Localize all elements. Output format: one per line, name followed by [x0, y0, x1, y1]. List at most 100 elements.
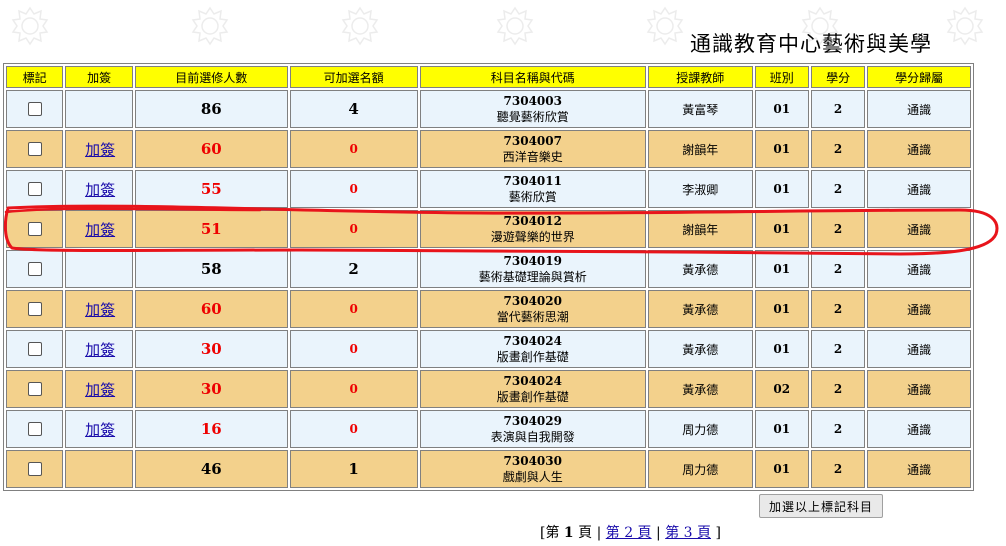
teacher-name: 黃承德 [682, 262, 719, 277]
add-link[interactable]: 加簽 [83, 341, 115, 359]
page-2-link[interactable]: 第 2 頁 [606, 525, 652, 541]
emblem-icon [646, 6, 684, 46]
mark-checkbox[interactable] [27, 382, 42, 397]
teacher-name: 周力德 [682, 422, 719, 437]
teacher-cell: 黃承德 [647, 290, 753, 328]
add-marked-courses-button[interactable]: 加選以上標記科目 [759, 494, 883, 518]
available-cell: 0 [289, 290, 418, 328]
class-number: 01 [773, 262, 791, 276]
credit-category: 通識 [907, 382, 932, 397]
mark-checkbox[interactable] [27, 422, 42, 437]
pager-separator: | [596, 525, 602, 541]
credits-value: 2 [833, 102, 843, 116]
mark-checkbox[interactable] [27, 222, 42, 237]
course-name: 藝術基礎理論與賞析 [478, 269, 587, 284]
available-count: 0 [349, 422, 358, 436]
available-cell: 0 [289, 130, 418, 168]
course-name: 戲劇與人生 [502, 469, 563, 484]
course-code: 7304011 [503, 173, 562, 188]
add-link[interactable]: 加簽 [83, 421, 115, 439]
class-cell: 01 [754, 250, 809, 288]
enrolled-count: 55 [200, 180, 222, 198]
class-cell: 01 [754, 90, 809, 128]
available-cell: 0 [289, 330, 418, 368]
add-link[interactable] [98, 260, 100, 278]
mark-checkbox[interactable] [27, 182, 42, 197]
credits-cell: 2 [810, 130, 866, 168]
add-link[interactable]: 加簽 [83, 301, 115, 319]
mark-cell [6, 410, 64, 448]
teacher-name: 黃承德 [682, 382, 719, 397]
credits-cell: 2 [810, 450, 866, 488]
table-row: 加簽 16 0 7304029 表演與自我開發 周力德 01 2 通識 [6, 410, 971, 448]
add-cell: 加簽 [65, 130, 133, 168]
mark-checkbox[interactable] [27, 262, 42, 277]
mark-cell [6, 450, 64, 488]
enrolled-count: 58 [200, 260, 222, 278]
course-code: 7304003 [503, 93, 562, 108]
class-number: 01 [773, 182, 791, 196]
course-name: 藝術欣賞 [508, 189, 557, 204]
enrolled-count: 30 [200, 340, 222, 358]
enrolled-cell: 46 [134, 450, 288, 488]
available-cell: 2 [289, 250, 418, 288]
course-cell: 7304012 漫遊聲樂的世界 [419, 210, 646, 248]
mark-cell [6, 370, 64, 408]
category-cell: 通識 [867, 210, 971, 248]
course-name: 表演與自我開發 [490, 429, 575, 444]
credit-category: 通識 [907, 102, 932, 117]
teacher-cell: 黃承德 [647, 370, 753, 408]
add-cell: 加簽 [65, 330, 133, 368]
mark-checkbox[interactable] [27, 342, 42, 357]
class-cell: 01 [754, 290, 809, 328]
credits-value: 2 [833, 462, 843, 476]
course-code: 7304024 [503, 373, 562, 388]
mark-checkbox[interactable] [27, 462, 42, 477]
add-cell [65, 90, 133, 128]
add-link[interactable] [98, 100, 100, 118]
table-row: 加簽 30 0 7304024 版畫創作基礎 黃承德 01 2 通識 [6, 330, 971, 368]
pager-current-prefix: 第 [545, 525, 560, 541]
enrolled-count: 60 [200, 300, 222, 318]
course-code: 7304020 [503, 293, 562, 308]
add-link[interactable]: 加簽 [83, 181, 115, 199]
credit-category: 通識 [907, 222, 932, 237]
pager-close: ] [715, 525, 721, 541]
add-link[interactable]: 加簽 [83, 381, 115, 399]
table-row: 58 2 7304019 藝術基礎理論與賞析 黃承德 01 2 通識 [6, 250, 971, 288]
course-cell: 7304030 戲劇與人生 [419, 450, 646, 488]
category-cell: 通識 [867, 170, 971, 208]
available-count: 0 [349, 342, 358, 356]
header-available: 可加選名額 [289, 66, 418, 88]
class-number: 01 [773, 422, 791, 436]
add-link[interactable] [98, 460, 100, 478]
add-cell: 加簽 [65, 210, 133, 248]
add-link[interactable]: 加簽 [83, 141, 115, 159]
table-row: 加簽 55 0 7304011 藝術欣賞 李淑卿 01 2 通識 [6, 170, 971, 208]
table-row: 86 4 7304003 聽覺藝術欣賞 黃富琴 01 2 通識 [6, 90, 971, 128]
enrolled-cell: 86 [134, 90, 288, 128]
available-cell: 0 [289, 370, 418, 408]
add-cell [65, 250, 133, 288]
category-cell: 通識 [867, 450, 971, 488]
header-category: 學分歸屬 [867, 66, 971, 88]
mark-checkbox[interactable] [27, 142, 42, 157]
credits-value: 2 [833, 302, 843, 316]
mark-checkbox[interactable] [27, 302, 42, 317]
class-cell: 01 [754, 410, 809, 448]
class-cell: 01 [754, 210, 809, 248]
available-count: 0 [349, 182, 358, 196]
table-row: 加簽 30 0 7304024 版畫創作基礎 黃承德 02 2 通識 [6, 370, 971, 408]
enrolled-cell: 30 [134, 370, 288, 408]
header-add: 加簽 [65, 66, 133, 88]
add-link[interactable]: 加簽 [83, 221, 115, 239]
page-3-link[interactable]: 第 3 頁 [665, 525, 711, 541]
mark-checkbox[interactable] [27, 102, 42, 117]
class-cell: 01 [754, 450, 809, 488]
credit-category: 通識 [907, 342, 932, 357]
course-cell: 7304019 藝術基礎理論與賞析 [419, 250, 646, 288]
add-cell: 加簽 [65, 370, 133, 408]
available-count: 0 [349, 142, 358, 156]
credits-value: 2 [833, 182, 843, 196]
teacher-name: 黃承德 [682, 342, 719, 357]
